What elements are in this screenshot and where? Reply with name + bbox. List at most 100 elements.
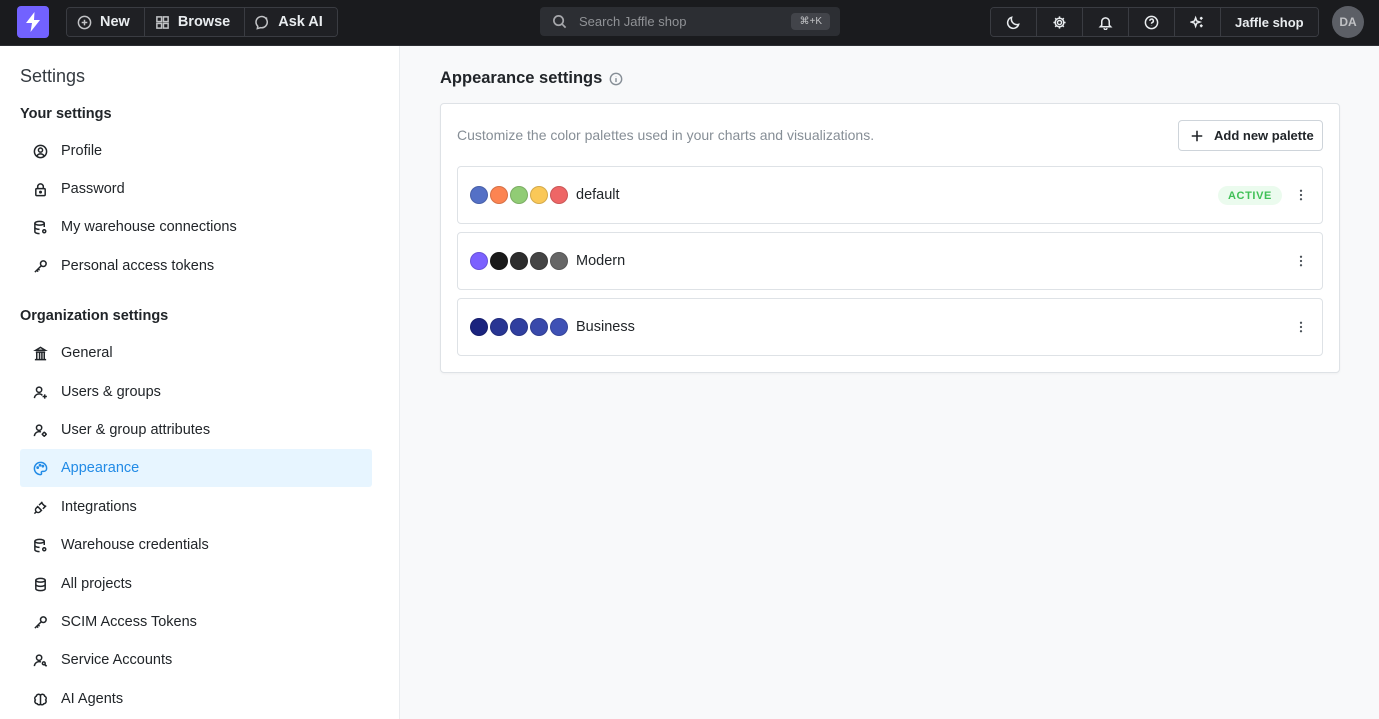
sidebar-item-warehouse-credentials[interactable]: Warehouse credentials <box>20 526 372 564</box>
palette-icon <box>33 461 48 475</box>
palette-swatches <box>470 252 568 270</box>
palettes-card: Customize the color palettes used in you… <box>440 103 1340 373</box>
plus-circle-icon <box>77 15 92 29</box>
utility-nav-group: Jaffle shop <box>990 7 1319 37</box>
primary-nav-group: New Browse Ask AI <box>66 7 338 37</box>
ai-chat-icon <box>255 15 269 30</box>
settings-button[interactable] <box>1037 8 1083 36</box>
theme-toggle-button[interactable] <box>991 8 1037 36</box>
palette-menu-button[interactable] <box>1290 316 1312 338</box>
key-icon <box>34 615 47 629</box>
help-button[interactable] <box>1129 8 1175 36</box>
color-swatch <box>550 186 568 204</box>
active-status-badge: ACTIVE <box>1218 186 1282 205</box>
key-icon <box>34 259 47 273</box>
sidebar-item-ai-agents[interactable]: AI Agents <box>20 680 372 718</box>
color-swatch <box>470 186 488 204</box>
palette-menu-button[interactable] <box>1290 250 1312 272</box>
help-circle-icon <box>1144 15 1159 29</box>
sidebar-item-label: Appearance <box>61 460 140 476</box>
dots-vertical-icon <box>1299 189 1303 201</box>
search-placeholder: Search Jaffle shop <box>579 14 687 29</box>
lock-icon <box>35 182 46 196</box>
color-swatch <box>530 318 548 336</box>
sidebar-item-profile[interactable]: Profile <box>20 132 372 170</box>
settings-sidebar: Settings Your settings Profile Password … <box>0 46 400 719</box>
user-avatar[interactable]: DA <box>1332 6 1364 38</box>
new-button-label: New <box>100 14 130 30</box>
sidebar-item-appearance[interactable]: Appearance <box>20 449 372 487</box>
palette-row-default[interactable]: default ACTIVE <box>457 166 1323 224</box>
color-swatch <box>470 318 488 336</box>
sidebar-title: Settings <box>20 66 86 86</box>
sidebar-item-label: Users & groups <box>61 384 161 400</box>
database-cog-icon <box>34 220 47 234</box>
add-new-palette-label: Add new palette <box>1214 128 1314 143</box>
lightdash-logo-icon[interactable] <box>17 6 49 38</box>
user-plus-icon <box>33 385 47 399</box>
sidebar-item-label: Integrations <box>61 499 137 515</box>
page-title: Appearance settings <box>440 69 623 88</box>
sidebar-item-label: My warehouse connections <box>61 219 237 235</box>
sidebar-item-label: Warehouse credentials <box>61 537 209 553</box>
grid-icon <box>155 15 169 29</box>
info-icon[interactable] <box>609 72 623 86</box>
bell-icon <box>1098 16 1113 30</box>
add-new-palette-button[interactable]: Add new palette <box>1178 120 1323 151</box>
top-navigation-bar: New Browse Ask AI Search Jaffle shop ⌘+K <box>0 0 1379 46</box>
sidebar-item-label: All projects <box>61 576 132 592</box>
palettes-description: Customize the color palettes used in you… <box>457 127 875 143</box>
sidebar-item-personal-access-tokens[interactable]: Personal access tokens <box>20 247 372 285</box>
color-swatch <box>510 318 528 336</box>
sidebar-item-label: User & group attributes <box>61 422 211 438</box>
palette-row-modern[interactable]: Modern <box>457 232 1323 290</box>
sidebar-item-integrations[interactable]: Integrations <box>20 488 372 526</box>
notifications-button[interactable] <box>1083 8 1129 36</box>
sidebar-item-label: AI Agents <box>61 691 124 707</box>
sidebar-item-password[interactable]: Password <box>20 170 372 208</box>
ai-sparkle-button[interactable] <box>1175 8 1221 36</box>
browse-button[interactable]: Browse <box>144 8 246 36</box>
sidebar-item-label: Profile <box>61 143 103 159</box>
sidebar-item-scim-access-tokens[interactable]: SCIM Access Tokens <box>20 603 372 641</box>
project-switcher-button[interactable]: Jaffle shop <box>1221 8 1318 36</box>
sidebar-item-label: Personal access tokens <box>61 258 215 274</box>
color-swatch <box>530 252 548 270</box>
color-swatch <box>470 252 488 270</box>
your-settings-heading: Your settings <box>20 106 112 122</box>
database-icon <box>35 577 46 591</box>
user-cog-icon <box>33 423 47 437</box>
sidebar-item-label: General <box>61 345 113 361</box>
palette-name: Business <box>576 319 635 335</box>
moon-icon <box>1006 15 1020 29</box>
sidebar-item-label: Service Accounts <box>61 652 173 668</box>
sidebar-item-all-projects[interactable]: All projects <box>20 565 372 603</box>
search-shortcut-badge: ⌘+K <box>791 13 830 30</box>
dots-vertical-icon <box>1299 321 1303 333</box>
color-swatch <box>490 186 508 204</box>
ask-ai-button[interactable]: Ask AI <box>245 8 337 36</box>
color-swatch <box>530 186 548 204</box>
color-swatch <box>550 252 568 270</box>
color-swatch <box>510 186 528 204</box>
sidebar-item-label: Password <box>61 181 125 197</box>
sidebar-item-general[interactable]: General <box>20 334 372 372</box>
sidebar-item-service-accounts[interactable]: Service Accounts <box>20 641 372 679</box>
color-swatch <box>550 318 568 336</box>
user-key-icon <box>33 653 48 667</box>
color-swatch <box>490 252 508 270</box>
sidebar-item-user-group-attributes[interactable]: User & group attributes <box>20 411 372 449</box>
new-button[interactable]: New <box>67 8 145 36</box>
search-input[interactable]: Search Jaffle shop ⌘+K <box>540 7 840 36</box>
palette-swatches <box>470 318 568 336</box>
plus-icon <box>1191 130 1203 141</box>
sidebar-item-warehouse-connections[interactable]: My warehouse connections <box>20 208 372 246</box>
palette-menu-button[interactable] <box>1290 184 1312 206</box>
organization-settings-heading: Organization settings <box>20 308 169 324</box>
sidebar-item-label: SCIM Access Tokens <box>61 614 197 630</box>
brain-icon <box>34 693 47 706</box>
page-title-text: Appearance settings <box>440 69 603 87</box>
sidebar-item-users-groups[interactable]: Users & groups <box>20 373 372 411</box>
palette-name: default <box>576 187 620 203</box>
palette-row-business[interactable]: Business <box>457 298 1323 356</box>
